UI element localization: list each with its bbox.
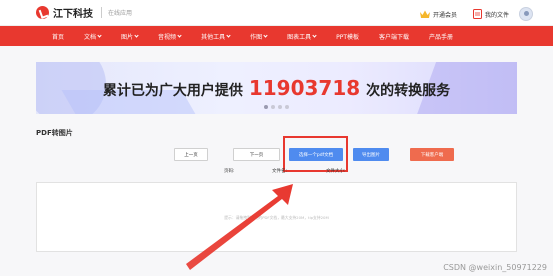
nav-item-label: 作图 (250, 33, 263, 41)
crown-icon (419, 10, 430, 18)
tool-title: PDF转图片 (36, 129, 73, 137)
nav-item[interactable]: 产品手册 (429, 32, 453, 41)
my-files-link[interactable]: 我的文件 (472, 9, 509, 19)
vip-label: 开通会员 (432, 11, 457, 19)
chevron-down-icon (263, 32, 268, 38)
highlight-annotation (283, 136, 348, 172)
carousel-dot[interactable] (264, 105, 268, 109)
banner-text-before: 累计已为广大用户提供 (102, 83, 243, 99)
nav-item[interactable]: PPT模板 (336, 32, 359, 41)
avatar[interactable] (519, 7, 533, 21)
page-count-label: 页码: (224, 169, 235, 174)
nav-item[interactable]: 首页 (52, 32, 64, 41)
logo-divider (101, 7, 102, 18)
dropzone-hint: 提示：请拖拽到此处的PDF文档，最大支持20M，tip支持20M (224, 215, 329, 220)
nav-item[interactable]: 文档 (84, 32, 102, 41)
my-files-label: 我的文件 (484, 11, 509, 19)
nav-item[interactable]: 其他工具 (201, 32, 231, 41)
main-nav: 首页 文档 图片 音视频 其他工具 作图 图表工具 PPT模板 客户端下载 产品手册 (0, 26, 553, 46)
chevron-down-icon (226, 32, 231, 38)
logo[interactable]: 江下科技 在线应用 (36, 5, 132, 20)
logo-icon (36, 6, 49, 19)
nav-item[interactable]: 音视频 (158, 32, 182, 41)
nav-item[interactable]: 作图 (250, 32, 268, 41)
carousel-dot[interactable] (285, 105, 289, 109)
chevron-down-icon (97, 32, 102, 38)
file-icon (472, 9, 482, 19)
user-area: 开通会员 我的文件 (404, 7, 533, 21)
vip-link[interactable]: 开通会员 (419, 10, 457, 19)
banner-text-after: 次的转换服务 (366, 83, 451, 99)
carousel-dots (36, 105, 517, 109)
nav-item[interactable]: 客户端下载 (379, 32, 409, 41)
watermark: CSDN @weixin_50971229 (443, 263, 547, 272)
carousel-dot[interactable] (278, 105, 282, 109)
nav-item-label: 图表工具 (287, 33, 312, 41)
top-bar: 江下科技 在线应用 开通会员 我的文件 (0, 0, 553, 26)
nav-item-label: 客户端下载 (379, 33, 410, 41)
nav-item-label: 产品手册 (429, 33, 454, 41)
pdf-dropzone[interactable]: 提示：请拖拽到此处的PDF文档，最大支持20M，tip支持20M (36, 182, 517, 252)
carousel-dot[interactable] (271, 105, 275, 109)
filesize-label: 文件大小: (326, 169, 346, 174)
export-images-button[interactable]: 导出图片 (353, 148, 389, 161)
nav-item-label: 文档 (84, 33, 97, 41)
download-client-button[interactable]: 下载客户端 (410, 148, 454, 161)
logo-text: 江下科技 (53, 9, 93, 20)
chevron-down-icon (312, 32, 317, 38)
nav-item-label: 其他工具 (201, 33, 226, 41)
logo-subtitle: 在线应用 (108, 10, 133, 17)
conversion-count: 11903718 (248, 76, 361, 100)
chevron-down-icon (177, 32, 182, 38)
nav-item-label: 图片 (121, 33, 134, 41)
stats-banner[interactable]: 累计已为广大用户提供 11903718 次的转换服务 (36, 62, 517, 114)
next-page-button[interactable]: 下一页 (233, 148, 280, 161)
prev-page-button[interactable]: 上一页 (174, 148, 208, 161)
nav-item[interactable]: 图片 (121, 32, 139, 41)
nav-item-label: PPT模板 (336, 33, 360, 41)
nav-item-label: 音视频 (158, 33, 177, 41)
nav-item[interactable]: 图表工具 (287, 32, 317, 41)
banner-headline: 累计已为广大用户提供 11903718 次的转换服务 (36, 76, 517, 100)
nav-item-label: 首页 (52, 33, 65, 41)
chevron-down-icon (134, 32, 139, 38)
filename-label: 文件名: (272, 169, 288, 174)
